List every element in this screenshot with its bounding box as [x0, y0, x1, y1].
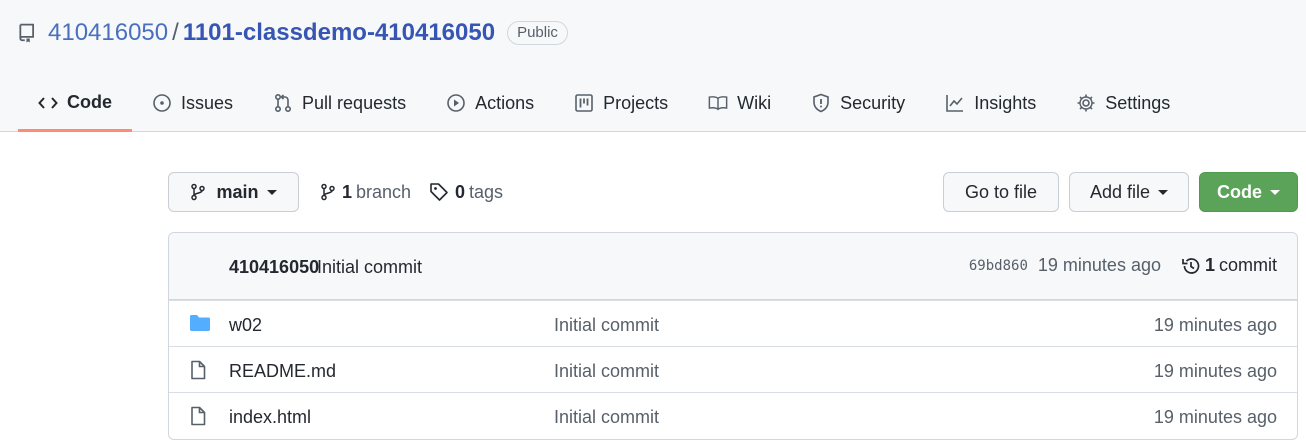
- go-to-file-label: Go to file: [964, 181, 1038, 202]
- issue-icon: [152, 93, 172, 113]
- book-icon: [708, 93, 728, 113]
- tab-issues[interactable]: Issues: [132, 76, 253, 130]
- repo-title: 410416050 / 1101-classdemo-410416050 Pub…: [18, 18, 568, 48]
- repo-path-separator: /: [172, 19, 179, 46]
- project-board-icon: [574, 93, 594, 113]
- repo-owner-link[interactable]: 410416050: [48, 19, 168, 47]
- tag-icon: [429, 182, 449, 202]
- file-icon: [189, 360, 211, 380]
- branches-link[interactable]: 1 branch: [320, 180, 411, 204]
- tab-insights[interactable]: Insights: [925, 76, 1056, 130]
- repo-name-link[interactable]: 1101-classdemo-410416050: [183, 19, 495, 47]
- file-commit-link[interactable]: Initial commit: [554, 315, 659, 336]
- gear-icon: [1076, 93, 1096, 113]
- visibility-badge: Public: [507, 21, 568, 45]
- tab-code[interactable]: Code: [18, 76, 132, 132]
- chevron-down-icon: [266, 189, 277, 195]
- commit-author-link[interactable]: 410416050: [229, 257, 319, 278]
- tab-label: Settings: [1105, 92, 1171, 113]
- tab-label: Security: [840, 92, 906, 113]
- add-file-button[interactable]: Add file: [1069, 172, 1189, 212]
- tab-label: Pull requests: [302, 92, 407, 113]
- file-age: 19 minutes ago: [1153, 315, 1277, 335]
- add-file-label: Add file: [1089, 181, 1151, 202]
- file-row-w02[interactable]: w02 Initial commit 19 minutes ago: [169, 300, 1297, 346]
- commit-label: commit: [1219, 255, 1277, 275]
- repo-header: 410416050 / 1101-classdemo-410416050 Pub…: [0, 0, 1306, 132]
- commit-count: 1: [1204, 255, 1215, 275]
- tab-actions[interactable]: Actions: [426, 76, 554, 130]
- file-icon: [189, 406, 211, 426]
- go-to-file-button[interactable]: Go to file: [943, 172, 1059, 212]
- code-dropdown-button[interactable]: Code: [1199, 172, 1298, 212]
- tab-pull-requests[interactable]: Pull requests: [253, 76, 426, 130]
- commit-meta: 69bd860 19 minutes ago 1 commit: [969, 255, 1277, 276]
- tab-settings[interactable]: Settings: [1056, 76, 1190, 130]
- file-name-link[interactable]: w02: [229, 315, 262, 336]
- branch-label: branch: [356, 181, 412, 202]
- branch-select-button[interactable]: main: [168, 172, 299, 212]
- tab-security[interactable]: Security: [791, 76, 925, 130]
- tag-count: 0: [455, 181, 466, 202]
- tab-label: Insights: [974, 92, 1037, 113]
- file-commit-link[interactable]: Initial commit: [554, 361, 659, 382]
- commit-message-link[interactable]: Initial commit: [317, 257, 422, 278]
- play-icon: [446, 93, 466, 113]
- file-row-index-html[interactable]: index.html Initial commit 19 minutes ago: [169, 392, 1297, 438]
- commit-history-link[interactable]: 1 commit: [1181, 255, 1277, 276]
- tab-label: Wiki: [737, 92, 772, 113]
- tab-label: Code: [67, 92, 112, 112]
- repo-icon: [18, 23, 38, 43]
- tab-label: Actions: [475, 92, 535, 113]
- file-commit-link[interactable]: Initial commit: [554, 407, 659, 428]
- tab-label: Projects: [603, 92, 669, 113]
- latest-commit-bar: 410416050 Initial commit 69bd860 19 minu…: [169, 233, 1297, 300]
- file-age: 19 minutes ago: [1153, 407, 1277, 427]
- file-name-link[interactable]: README.md: [229, 361, 336, 382]
- graph-icon: [945, 93, 965, 113]
- tag-label: tags: [469, 181, 504, 202]
- file-row-readme[interactable]: README.md Initial commit 19 minutes ago: [169, 346, 1297, 392]
- branch-icon: [320, 183, 336, 201]
- chevron-down-icon: [1270, 189, 1280, 195]
- code-button-label: Code: [1217, 181, 1262, 202]
- folder-icon: [189, 314, 211, 334]
- tab-label: Issues: [181, 92, 234, 113]
- code-icon: [38, 93, 58, 113]
- tab-wiki[interactable]: Wiki: [688, 76, 791, 130]
- pull-request-icon: [273, 93, 293, 113]
- file-name-link[interactable]: index.html: [229, 407, 311, 428]
- branch-name: main: [216, 181, 259, 202]
- shield-icon: [811, 93, 831, 113]
- commit-sha-link[interactable]: 69bd860: [969, 258, 1028, 274]
- file-list: 410416050 Initial commit 69bd860 19 minu…: [168, 232, 1298, 440]
- tags-link[interactable]: 0 tags: [429, 180, 503, 204]
- branch-icon: [190, 183, 206, 201]
- repo-nav-tabs: Code Issues Pull requests Actions Projec…: [18, 76, 1190, 132]
- tab-projects[interactable]: Projects: [554, 76, 688, 130]
- file-age: 19 minutes ago: [1153, 361, 1277, 381]
- chevron-down-icon: [1158, 189, 1169, 195]
- commit-age: 19 minutes ago: [1037, 255, 1161, 275]
- history-icon: [1181, 256, 1201, 276]
- branch-count: 1: [342, 181, 353, 202]
